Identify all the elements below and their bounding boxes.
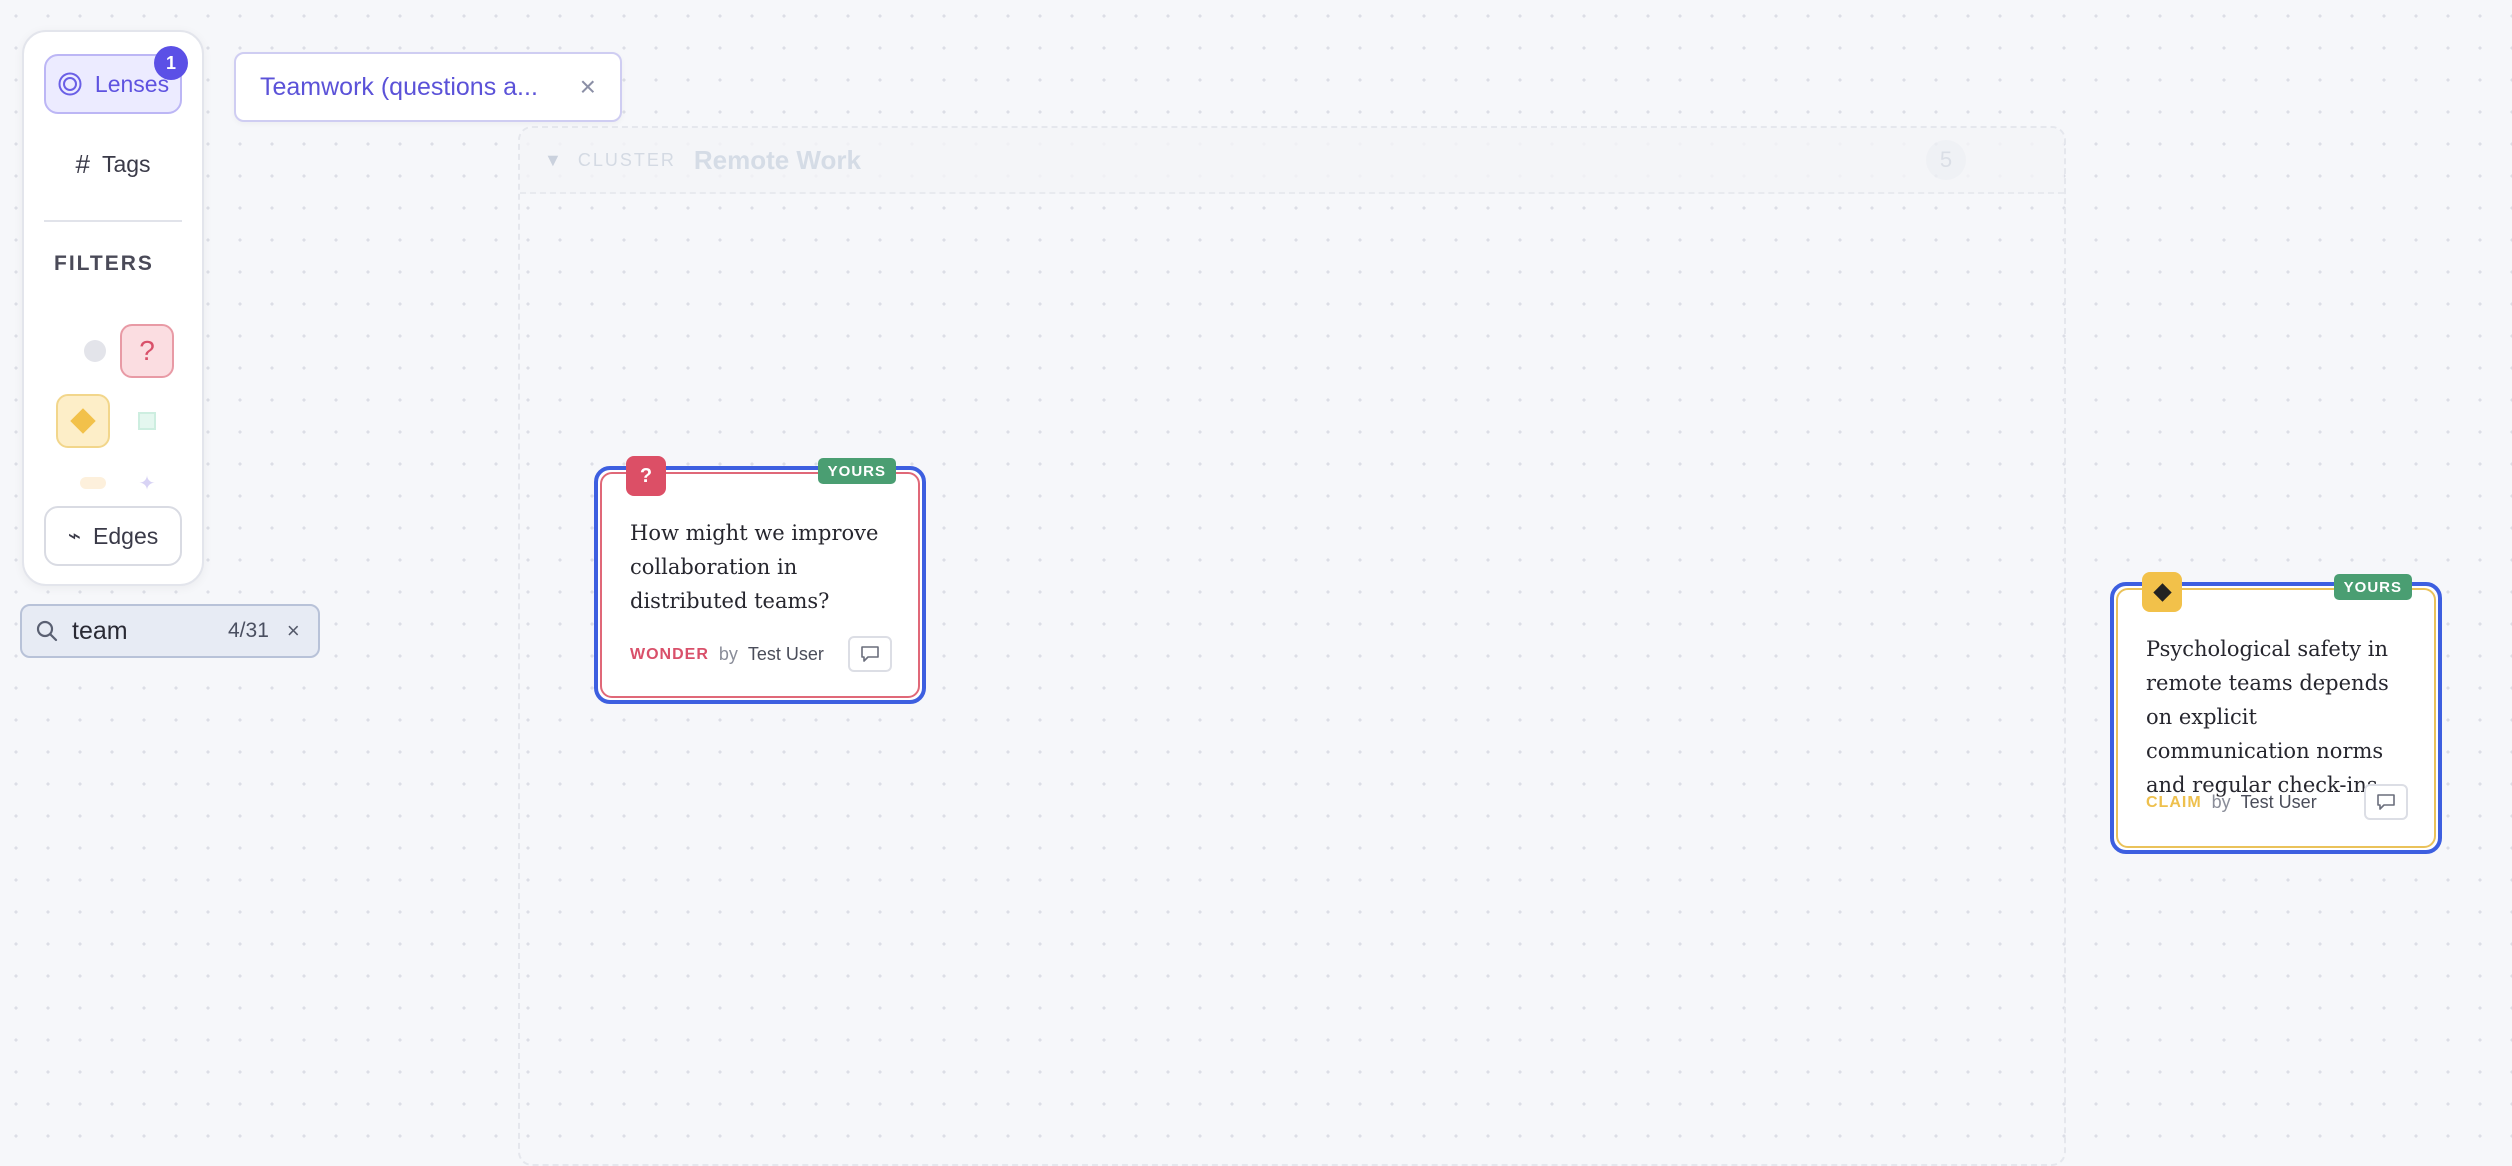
dot-icon [84, 340, 106, 362]
cluster-tag: CLUSTER [577, 149, 676, 170]
canvas-toolbar: Lenses 1 # Tags FILTERS ? ✦ ⌁ Edges [22, 30, 204, 586]
cluster-header[interactable]: ▼ CLUSTER Remote Work 5 [520, 128, 2064, 194]
insight-filter[interactable]: ✦ [120, 456, 174, 510]
wonder-filter[interactable]: ? [120, 324, 174, 378]
clear-search-icon[interactable]: × [287, 618, 300, 644]
edges-label: Edges [93, 522, 159, 549]
search-icon [36, 620, 58, 642]
edge-icon: ⌁ [67, 523, 82, 548]
search-result-count: 4/31 [228, 619, 269, 642]
search-box: 4/31 × [20, 604, 320, 658]
evidence-filter[interactable] [120, 394, 174, 448]
collapse-toggle-icon[interactable]: ▼ [544, 150, 562, 171]
square-icon [138, 412, 156, 430]
card-by-label: by [2211, 792, 2231, 812]
comment-icon [861, 646, 879, 662]
question-icon: ? [626, 456, 666, 496]
active-lens-chip[interactable]: Teamwork (questions a... × [234, 52, 622, 122]
cluster-count-badge: 5 [1926, 140, 1966, 180]
wonder-card[interactable]: ? YOURS How might we improve collaborati… [594, 456, 926, 704]
cluster-name[interactable]: Remote Work [694, 145, 1926, 176]
yours-badge: YOURS [817, 458, 896, 484]
diamond-icon [70, 408, 96, 434]
tags-label: Tags [101, 150, 151, 177]
filters-heading: FILTERS [54, 252, 154, 275]
card-by-label: by [718, 644, 738, 664]
sparkle-icon: ✦ [138, 472, 156, 495]
toolbar-divider [44, 220, 182, 222]
hash-icon: # [75, 148, 90, 179]
comment-icon [2377, 794, 2395, 810]
yours-badge: YOURS [2333, 574, 2412, 600]
active-lens-label: Teamwork (questions a... [260, 72, 538, 101]
card-meta: WONDER by Test User [630, 644, 824, 665]
question-icon: ? [139, 335, 155, 366]
source-filter[interactable] [66, 456, 120, 510]
card-author: Test User [2240, 792, 2317, 812]
pill-icon [80, 477, 106, 489]
close-lens-icon[interactable]: × [580, 71, 596, 103]
card-meta: CLAIM by Test User [2146, 792, 2317, 813]
card-text: How might we improve collaboration in di… [630, 521, 879, 613]
claim-filter[interactable] [56, 394, 110, 448]
comment-button[interactable] [848, 636, 892, 672]
tags-button[interactable]: # Tags [44, 134, 182, 194]
lenses-count-badge: 1 [154, 46, 188, 80]
comment-button[interactable] [2364, 784, 2408, 820]
lens-icon [58, 72, 82, 96]
diamond-icon [2142, 572, 2182, 612]
card-author: Test User [747, 644, 824, 664]
card-type-label: CLAIM [2146, 793, 2202, 811]
search-input[interactable] [70, 615, 214, 647]
card-text: Psychological safety in remote teams dep… [2146, 637, 2389, 797]
diamond-glyph-icon [2152, 582, 2172, 602]
lenses-button[interactable]: Lenses 1 [44, 46, 188, 114]
edges-button[interactable]: ⌁ Edges [44, 506, 182, 566]
card-type-label: WONDER [630, 645, 709, 663]
claim-card[interactable]: YOURS Psychological safety in remote tea… [2110, 572, 2442, 854]
note-filter[interactable] [68, 324, 122, 378]
